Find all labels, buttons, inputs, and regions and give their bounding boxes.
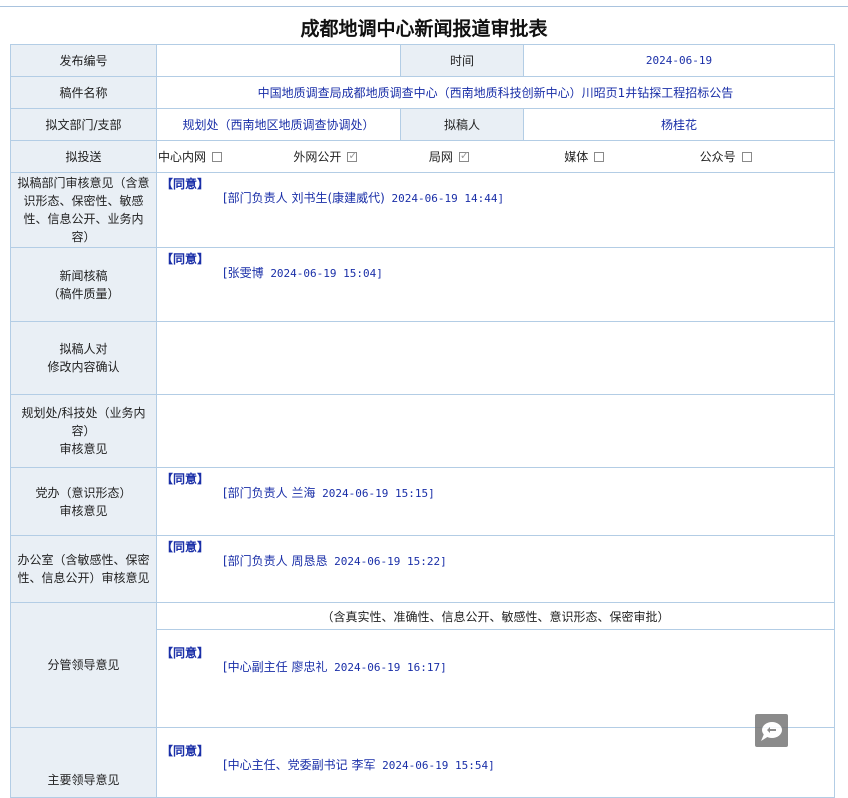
chat-button[interactable] [755,714,788,747]
party-office-opinion: 【同意】 [部门负责人 兰海 2024-06-19 15:15] [156,467,835,536]
send-option-label: 外网公开 [293,150,342,164]
top-divider [0,6,848,7]
label-line: 规划处/科技处（业务内容） [21,406,146,438]
publish-no-label: 发布编号 [10,44,157,77]
send-option-label: 媒体 [564,150,589,164]
leader-in-charge-note: （含真实性、准确性、信息公开、敏感性、意识形态、保密审批） [156,602,835,630]
signature: [中心主任、党委副书记 李军 2024-06-19 15:54] [223,758,495,772]
send-option-bureau[interactable]: 局网 [428,148,563,165]
speech-bubble-icon [761,722,782,741]
approval-form: 发布编号 时间 2024-06-19 稿件名称 中国地质调查局成都地质调查中心（… [10,44,835,798]
planning-review-opinion [156,394,835,468]
send-option-label: 公众号 [699,150,736,164]
bureau-checkbox[interactable] [458,149,469,162]
leader-in-charge-label: 分管领导意见 [10,602,157,728]
drafter-label: 拟稿人 [400,108,524,141]
signature: [部门负责人 刘书生(康建威代) 2024-06-19 14:44] [223,191,505,205]
label-line: 修改内容确认 [47,360,120,374]
planning-review-label: 规划处/科技处（业务内容） 审核意见 [10,394,157,468]
manuscript-title-link[interactable]: 中国地质调查局成都地质调查中心（西南地质科技创新中心）川昭页1井钻探工程招标公告 [156,76,835,109]
main-leader-label: 主要领导意见 [10,727,157,798]
drafter-confirm-label: 拟稿人对 修改内容确认 [10,321,157,395]
signature: [中心副主任 廖忠礼 2024-06-19 16:17] [223,660,447,674]
send-option-media[interactable]: 媒体 [563,148,698,165]
manuscript-label: 稿件名称 [10,76,157,109]
dept-value: 规划处（西南地区地质调查协调处） [156,108,401,141]
dept-review-opinion: 【同意】 [部门负责人 刘书生(康建威代) 2024-06-19 14:44] [156,172,835,248]
drafter-value: 杨桂花 [523,108,835,141]
agree-tag: 【同意】 [161,744,210,758]
agree-tag: 【同意】 [161,472,210,486]
intranet-checkbox[interactable] [212,151,223,162]
label-line: 审核意见 [59,503,108,518]
party-office-label: 党办（意识形态） 审核意见 [10,467,157,536]
drafter-confirm-opinion [156,321,835,395]
label-text: 办公室（含敏感性、保密性、信息公开）审核意见 [17,553,150,585]
signature: [张雯博 2024-06-19 15:04] [223,266,383,280]
signature: [部门负责人 兰海 2024-06-19 15:15] [223,486,435,500]
office-review-opinion: 【同意】 [部门负责人 周恳恳 2024-06-19 15:22] [156,535,835,603]
label-line: 审核意见 [59,442,108,456]
send-option-label: 中心内网 [158,150,207,164]
news-review-opinion: 【同意】 [张雯博 2024-06-19 15:04] [156,247,835,322]
send-option-intranet[interactable]: 中心内网 [157,148,292,165]
send-option-wechat[interactable]: 公众号 [699,148,834,165]
main-leader-opinion: 【同意】 [中心主任、党委副书记 李军 2024-06-19 15:54] [156,727,835,798]
agree-tag: 【同意】 [161,177,210,191]
dept-review-label-text: 拟稿部门审核意见（含意识形态、保密性、敏感性、信息公开、业务内容） [17,176,150,244]
signature: [部门负责人 周恳恳 2024-06-19 15:22] [223,554,447,568]
leader-in-charge-opinion: 【同意】 [中心副主任 廖忠礼 2024-06-19 16:17] [156,629,835,728]
label-line: 新闻核稿 [59,268,108,283]
public-checkbox[interactable] [347,149,358,162]
send-option-label: 局网 [428,150,453,164]
send-option-public[interactable]: 外网公开 [292,148,427,165]
label-line: 拟稿人对 [59,342,108,356]
dept-review-label: 拟稿部门审核意见（含意识形态、保密性、敏感性、信息公开、业务内容） [10,172,157,248]
agree-tag: 【同意】 [161,540,210,554]
agree-tag: 【同意】 [161,646,210,660]
send-options: 中心内网 外网公开 局网 媒体 公众号 [156,140,835,173]
office-review-label: 办公室（含敏感性、保密性、信息公开）审核意见 [10,535,157,603]
label-line: （稿件质量） [47,286,120,301]
send-label: 拟投送 [10,140,157,173]
page-title: 成都地调中心新闻报道审批表 [300,18,548,40]
publish-no-value [156,44,401,77]
news-review-label: 新闻核稿 （稿件质量） [10,247,157,322]
label-line: 党办（意识形态） [35,485,132,500]
dept-label: 拟文部门/支部 [10,108,157,141]
media-checkbox[interactable] [594,151,605,162]
time-value: 2024-06-19 [523,44,835,77]
agree-tag: 【同意】 [161,252,210,266]
wechat-checkbox[interactable] [741,151,752,162]
time-label: 时间 [400,44,524,77]
